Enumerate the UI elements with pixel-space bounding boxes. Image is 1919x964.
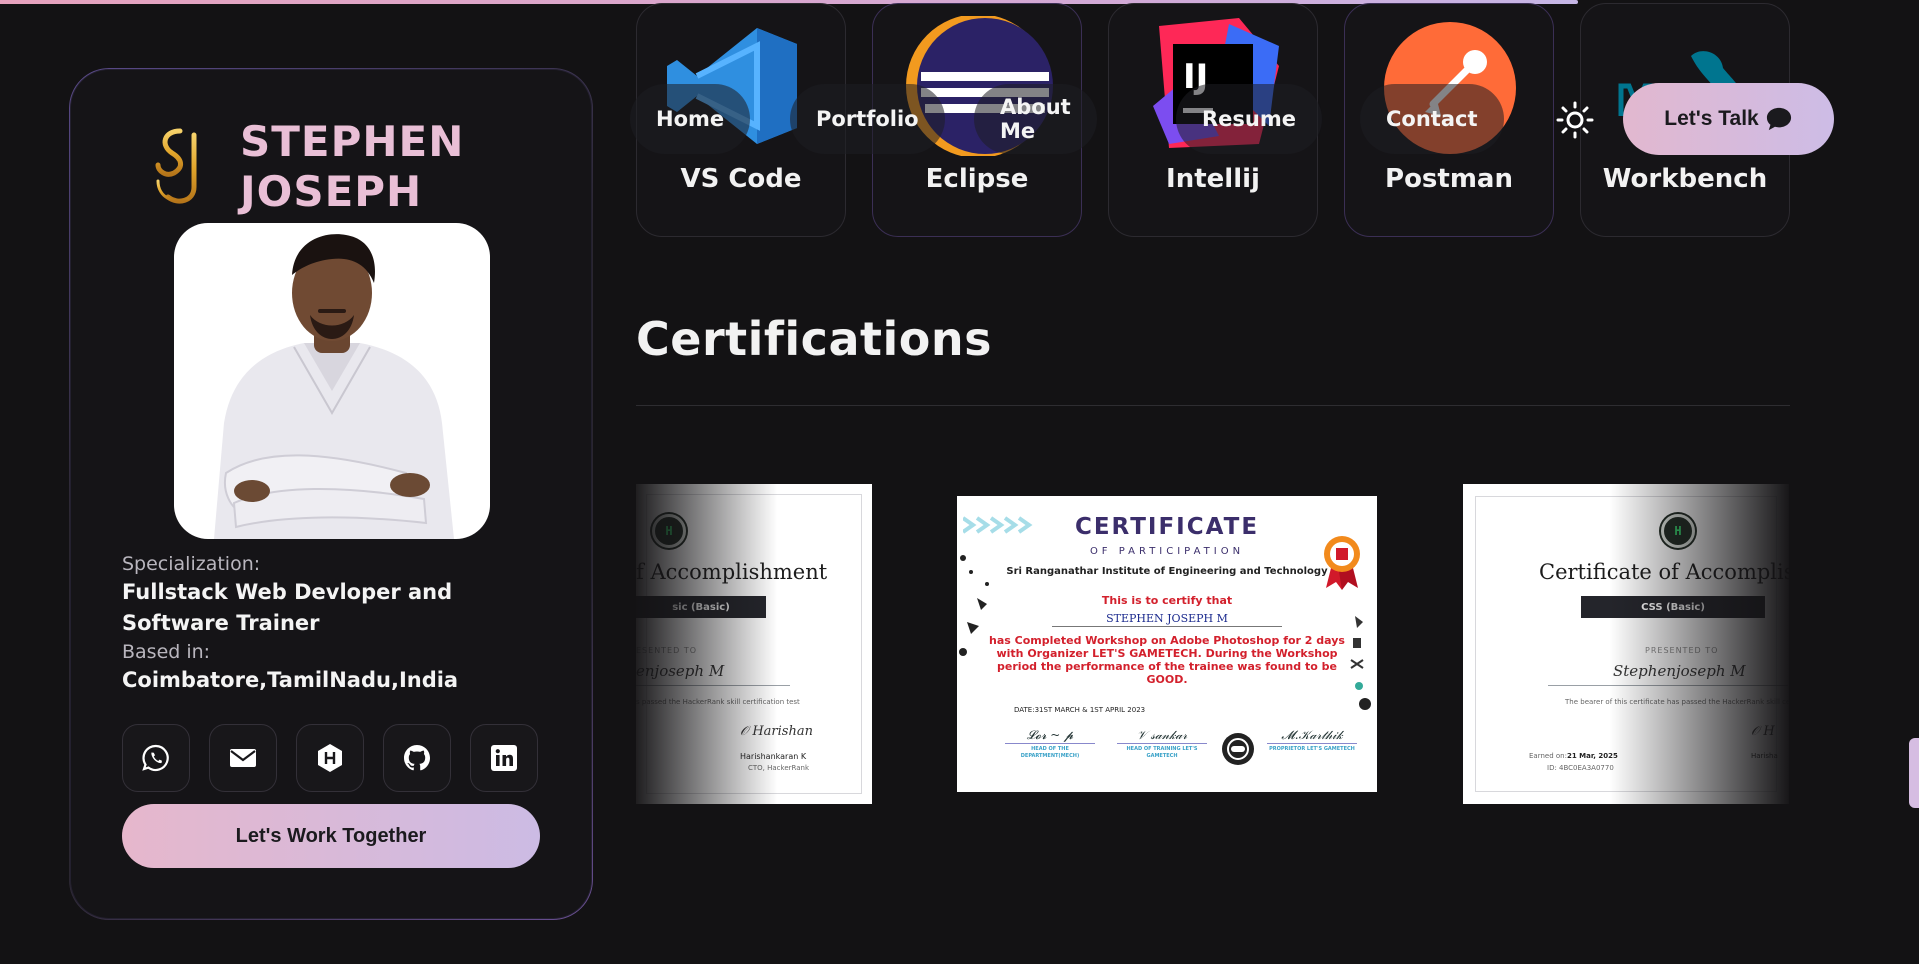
person-illustration [214, 234, 454, 539]
nav-about-me[interactable]: About Me [964, 84, 1097, 154]
tool-name: Workbench [1602, 164, 1768, 194]
hackerrank-badge-icon: H [1661, 514, 1695, 548]
profile-info: Specialization: Fullstack Web Devloper a… [122, 551, 542, 696]
cert-presented-to: ESENTED TO [636, 646, 697, 655]
cert-recipient: enjoseph M [636, 662, 725, 680]
github-icon [404, 745, 430, 771]
work-together-button[interactable]: Let's Work Together [122, 804, 540, 868]
linkedin-link[interactable] [470, 724, 538, 792]
cert-signer: Harishankaran K [740, 752, 807, 761]
cert-title: f Accomplishment [636, 560, 828, 584]
cert-description: s passed the HackerRank skill certificat… [636, 698, 800, 706]
tools-decoration-icon [1350, 616, 1371, 710]
cert-earned-label: Earned on: [1529, 752, 1567, 760]
whatsapp-link[interactable] [122, 724, 190, 792]
nav-contact[interactable]: Contact [1360, 84, 1504, 154]
cert-name-line [1548, 685, 1788, 686]
profile-card: STEPHEN JOSEPH Specialization: Fullstack… [69, 68, 593, 920]
cert-sig1-title: HEAD OF THE DEPARTMENT(MECH) [1020, 746, 1080, 759]
certifications-heading: Certifications [636, 312, 992, 366]
linkedin-icon [491, 745, 517, 771]
cert-date: DATE:31ST MARCH & 1ST APRIL 2023 [1014, 706, 1146, 714]
brand-name-first: STEPHEN [240, 117, 465, 166]
cert-signer-title: CTO, HackerRank [748, 764, 810, 772]
cert-id: ID: 4BC0EA3A0770 [1547, 764, 1614, 772]
nav-label: Contact [1386, 107, 1478, 131]
nav-home[interactable]: Home [630, 84, 774, 154]
chat-bubble-icon [1766, 107, 1791, 131]
lets-talk-button[interactable]: Let's Talk [1623, 83, 1834, 155]
theme-toggle[interactable] [1555, 100, 1595, 140]
brand-name-last: JOSEPH [240, 167, 423, 216]
cert-certify-line: This is to certify that [1101, 594, 1233, 607]
cert-institute: Sri Ranganathar Institute of Engineering… [1006, 566, 1328, 577]
signature-scribble: 𝒱 𝓈𝒶𝓃𝓀𝒶𝓇 [1117, 728, 1207, 744]
nav-label: Portfolio [816, 107, 919, 131]
certificate-card-middle[interactable]: CERTIFICATE OF PARTICIPATION Sri Rangana… [957, 496, 1377, 792]
specialization-value: Fullstack Web Devloper and Software Trai… [122, 580, 453, 635]
cert-ribbon: sic (Basic) [636, 596, 766, 618]
sun-icon [1556, 101, 1594, 139]
social-links [122, 724, 538, 792]
cert-ribbon: CSS (Basic) [1581, 596, 1765, 618]
nav-portfolio[interactable]: Portfolio [790, 84, 970, 154]
lets-talk-label: Let's Talk [1664, 107, 1759, 130]
cert-sig3-title: PROPRIETOR LET'S GAMETECH [1269, 746, 1355, 752]
cert-signature-1: 𝓛𝓸𝓻 ~ 𝓹 HEAD OF THE DEPARTMENT(MECH) [1005, 728, 1095, 760]
whatsapp-icon [142, 744, 169, 772]
award-medal-icon [1324, 536, 1360, 590]
profile-photo [174, 223, 490, 539]
tool-name: Intellij [1166, 164, 1260, 194]
tool-name: Eclipse [925, 164, 1029, 194]
cert-signer: Harisha [1751, 752, 1778, 760]
specialization-label: Specialization: [122, 553, 261, 575]
cert-signature: 𝒪 H [1751, 724, 1775, 739]
sj-logo-icon [155, 128, 197, 204]
cert-earned-date: 21 Mar, 2025 [1567, 752, 1618, 760]
nav-label: Resume [1202, 107, 1296, 131]
email-link[interactable] [209, 724, 277, 792]
nav-label: About Me [1000, 95, 1071, 143]
tool-name: VS Code [680, 164, 802, 194]
certificate-card-right[interactable]: H Certificate of Accomplishme CSS (Basic… [1463, 484, 1789, 804]
cert-presented-to: PRESENTED TO [1645, 646, 1719, 655]
cert-body: has Completed Workshop on Adobe Photosho… [989, 634, 1345, 686]
signature-scribble: 𝓛𝓸𝓻 ~ 𝓹 [1005, 728, 1095, 744]
nav-resume[interactable]: Resume [1176, 84, 1322, 154]
cert-signature: 𝒪 Harishan [740, 724, 813, 739]
hackerrank-link[interactable] [296, 724, 364, 792]
hackerrank-icon [318, 744, 342, 772]
cert-recipient: STEPHEN JOSEPH M [1052, 612, 1282, 627]
certificate-card-left[interactable]: H f Accomplishment sic (Basic) ESENTED T… [636, 484, 872, 804]
hackerrank-badge-icon: H [652, 514, 686, 548]
cert-border [646, 494, 862, 794]
cert-subheading: OF PARTICIPATION [1089, 546, 1245, 557]
mail-icon [230, 749, 256, 767]
signature-scribble: 𝓜.𝒦𝒶𝓇𝓉𝒽𝒾𝓀 [1267, 728, 1357, 744]
cert-border [1475, 496, 1777, 792]
cert-recipient: Stephenjoseph M [1613, 662, 1746, 680]
based-in-label: Based in: [122, 641, 211, 663]
based-in-value: Coimbatore,TamilNadu,India [122, 668, 459, 692]
gametech-logo-icon [1222, 733, 1254, 765]
cert-heading: CERTIFICATE [1074, 514, 1260, 540]
cert-name-line [636, 685, 790, 686]
side-scroll-tab[interactable] [1909, 738, 1919, 808]
cert-description: The bearer of this certificate has passe… [1565, 698, 1789, 706]
cert-sig2-title: HEAD OF TRAINING LET'S GAMETECH [1126, 746, 1198, 759]
cert-title: Certificate of Accomplishme [1539, 560, 1789, 584]
github-link[interactable] [383, 724, 451, 792]
cert-signature-3: 𝓜.𝒦𝒶𝓇𝓉𝒽𝒾𝓀 PROPRIETOR LET'S GAMETECH [1267, 728, 1357, 753]
brand-name: STEPHEN JOSEPH [240, 117, 464, 217]
tool-name: Postman [1385, 164, 1513, 194]
nav-label: Home [656, 107, 725, 131]
section-divider [636, 405, 1790, 406]
cert-signature-2: 𝒱 𝓈𝒶𝓃𝓀𝒶𝓇 HEAD OF TRAINING LET'S GAMETECH [1117, 728, 1207, 760]
brand[interactable]: STEPHEN JOSEPH [150, 117, 464, 217]
